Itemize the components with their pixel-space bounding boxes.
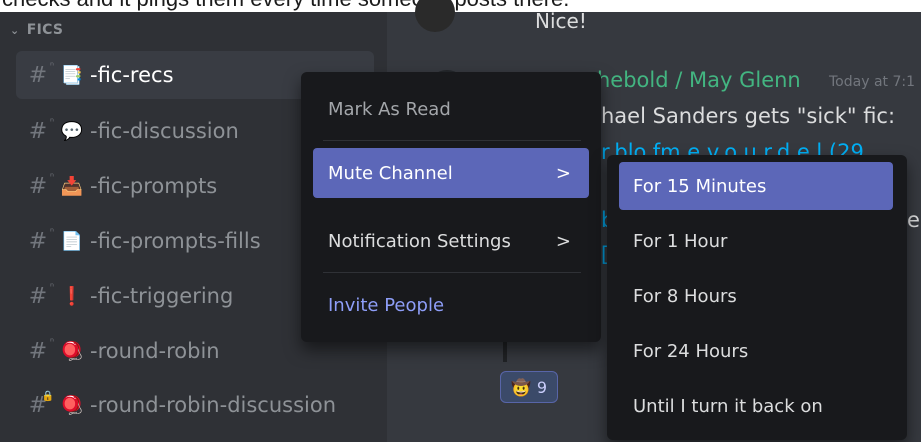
category-label: FICS [26,22,64,38]
menu-item-label: Mark As Read [328,98,451,120]
category-header-fics[interactable]: ⌄ FICS [10,22,63,38]
text-channel-icon: # ⁿ [28,171,54,199]
locked-channel-icon: # 🔒 [28,390,54,418]
bookmark-tabs-icon: 📑 [60,64,84,86]
menu-item-label: Notification Settings [328,230,511,252]
chevron-right-icon: > [555,162,571,184]
menu-item-mute-channel[interactable]: Mute Channel > [313,148,589,198]
message-text: Nice! [535,9,587,33]
channel-name: -fic-prompts [90,174,218,198]
menu-divider [323,272,581,273]
reaction-count: 9 [536,377,548,397]
inbox-tray-icon: 📥 [60,175,84,197]
text-channel-icon: # ⁿ [28,116,54,144]
submenu-item-label: Until I turn it back on [633,395,823,417]
submenu-item-24-hours[interactable]: For 24 Hours [619,327,893,375]
text-channel-icon: # ⁿ [28,226,54,254]
menu-item-notification-settings[interactable]: Notification Settings > [313,216,589,266]
menu-item-invite-people[interactable]: Invite People [313,280,589,330]
message-timestamp: Today at 7:1 [829,74,915,90]
bird-icon: 🪀 [60,394,84,416]
menu-item-label: Mute Channel [328,162,453,184]
submenu-item-label: For 1 Hour [633,230,728,252]
message-author[interactable]: hebold / May Glenn [597,68,801,92]
submenu-item-label: For 8 Hours [633,285,737,307]
menu-item-label: Invite People [328,294,445,316]
submenu-item-15-minutes[interactable]: For 15 Minutes [619,162,893,210]
chevron-down-icon: ⌄ [10,24,20,37]
submenu-item-1-hour[interactable]: For 1 Hour [619,217,893,265]
submenu-item-until-turned-back-on[interactable]: Until I turn it back on [619,382,893,430]
channel-name: -fic-triggering [90,284,234,308]
chevron-right-icon: > [555,230,571,252]
avatar[interactable] [415,0,455,32]
channel-context-menu: Mark As Read Mute Channel > Notification… [301,72,601,342]
menu-divider [323,140,581,141]
bird-icon: 🪀 [60,340,84,362]
channel-name: -round-robin-discussion [90,393,337,417]
speech-bubble-icon: 💬 [60,120,84,142]
previous-message-text: checks and it pings them every time some… [2,0,569,12]
text-channel-icon: # ⁿ [28,60,54,88]
reaction-button[interactable]: 🤠 9 [500,371,558,403]
channel-name: -fic-prompts-fills [90,229,261,253]
cowboy-emoji-icon: 🤠 [510,377,531,397]
page-icon: 📄 [60,230,84,252]
submenu-item-label: For 24 Hours [633,340,749,362]
channel-round-robin-discussion[interactable]: # 🔒 🪀 -round-robin-discussion [16,381,374,429]
channel-name: -fic-recs [90,63,174,87]
submenu-item-label: For 15 Minutes [633,175,767,197]
menu-item-mark-as-read[interactable]: Mark As Read [313,84,589,134]
exclamation-icon: ❗ [60,285,84,307]
channel-name: -fic-discussion [90,119,239,143]
mute-duration-submenu: For 15 Minutes For 1 Hour For 8 Hours Fo… [607,155,907,440]
submenu-item-8-hours[interactable]: For 8 Hours [619,272,893,320]
previous-message-overflow: checks and it pings them every time some… [0,0,921,12]
message-fragment: e [907,208,920,232]
text-channel-icon: # ⁿ [28,281,54,309]
message-text: hael Sanders gets "sick" fic: [601,104,896,128]
channel-name: -round-robin [90,339,220,363]
text-channel-icon: # ⁿ [28,336,54,364]
